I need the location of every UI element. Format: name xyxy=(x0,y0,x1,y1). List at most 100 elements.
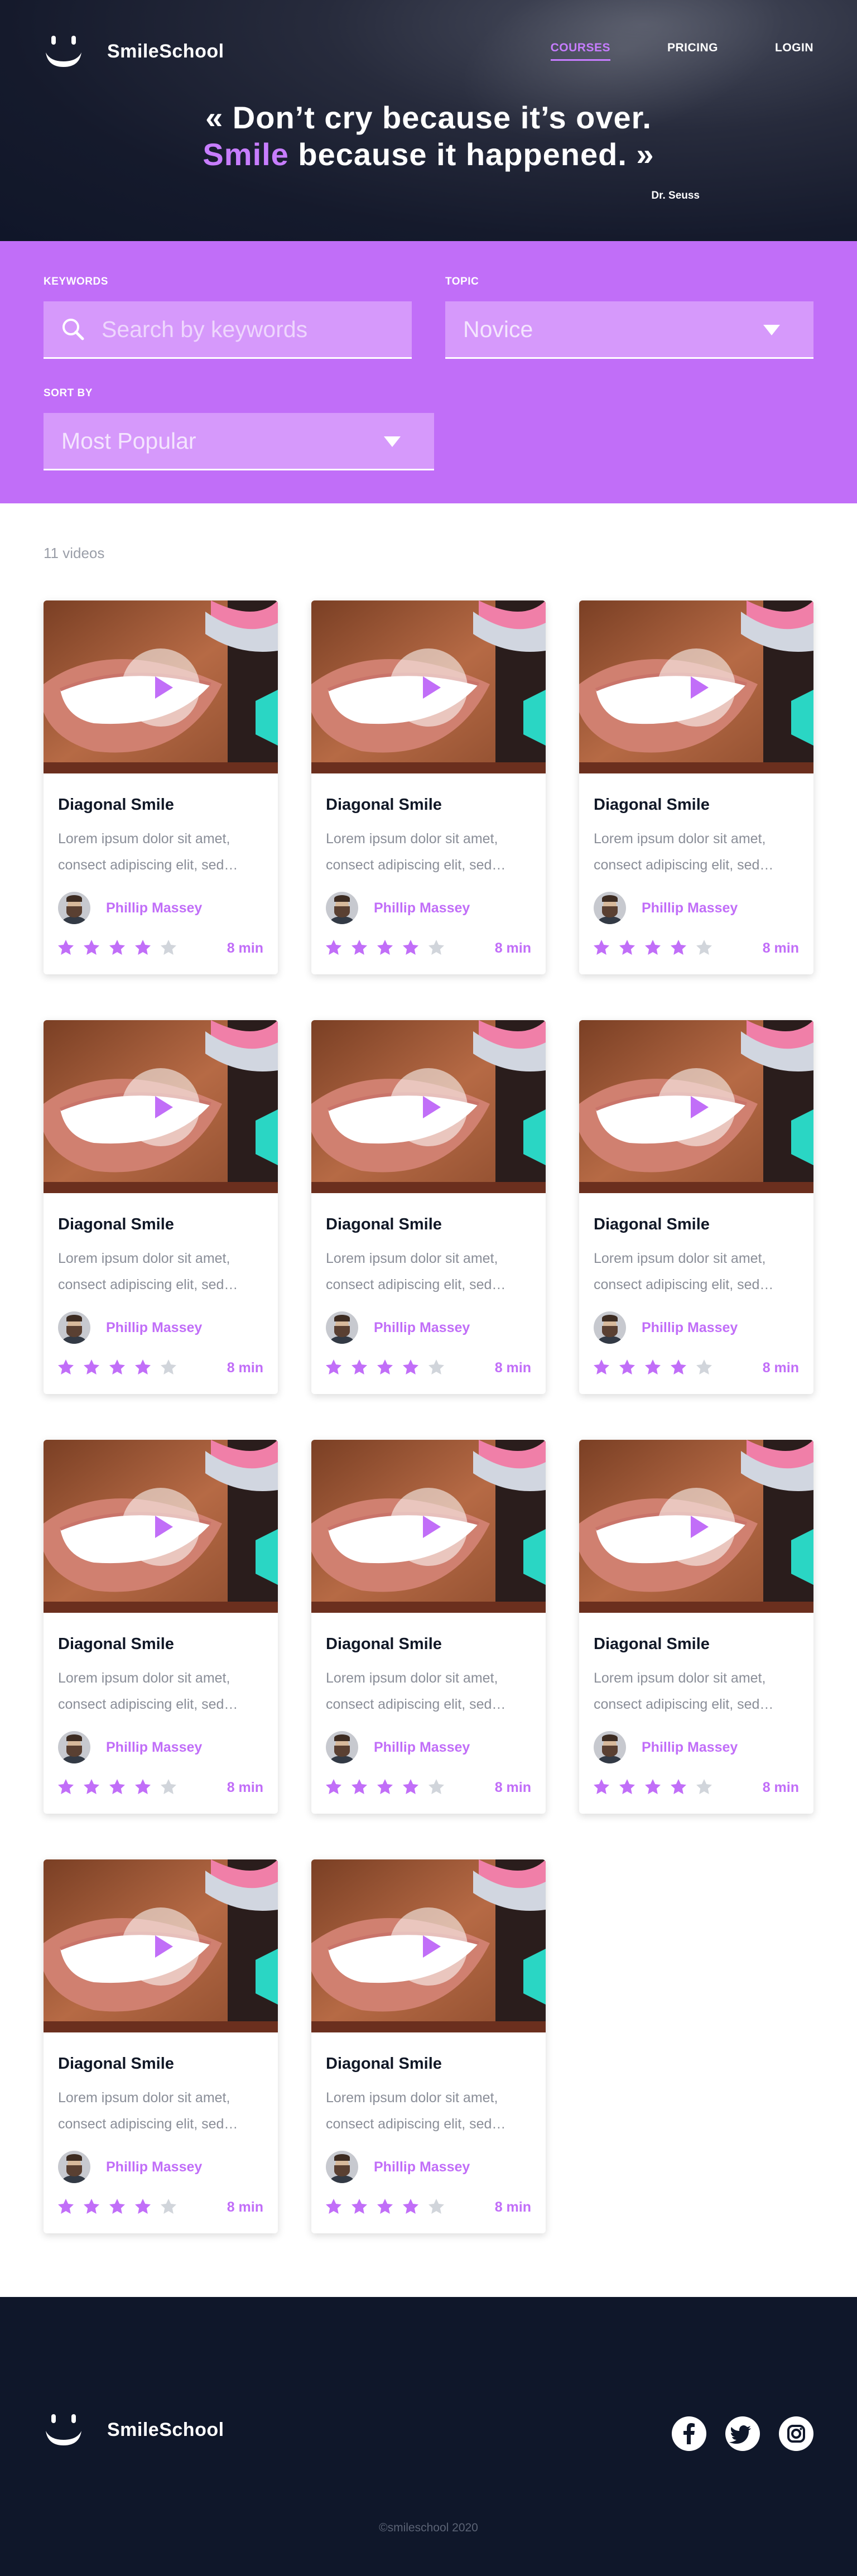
video-author[interactable]: Phillip Massey xyxy=(58,2151,202,2183)
video-author[interactable]: Phillip Massey xyxy=(594,1731,738,1763)
search-icon xyxy=(61,318,85,341)
rating-stars xyxy=(57,939,185,957)
play-icon[interactable] xyxy=(389,1488,468,1566)
sort-select[interactable]: Most Popular xyxy=(44,413,434,470)
video-author[interactable]: Phillip Massey xyxy=(58,1731,202,1763)
video-title[interactable]: Diagonal Smile xyxy=(58,1215,174,1234)
video-card[interactable]: Diagonal Smile Lorem ipsum dolor sit ame… xyxy=(44,1020,278,1394)
video-thumbnail[interactable] xyxy=(44,1020,278,1193)
star-empty-icon xyxy=(696,1779,712,1794)
video-thumbnail[interactable] xyxy=(311,1440,546,1613)
video-author[interactable]: Phillip Massey xyxy=(326,1311,470,1344)
star-filled-icon xyxy=(58,2199,74,2214)
video-thumbnail[interactable] xyxy=(579,600,813,773)
video-card[interactable]: Diagonal Smile Lorem ipsum dolor sit ame… xyxy=(311,600,546,974)
video-title[interactable]: Diagonal Smile xyxy=(58,2055,174,2073)
author-name: Phillip Massey xyxy=(374,1319,470,1335)
twitter-link[interactable] xyxy=(725,2416,760,2451)
avatar xyxy=(58,2151,90,2183)
star-filled-icon xyxy=(326,1779,341,1794)
video-title[interactable]: Diagonal Smile xyxy=(594,1215,710,1234)
nav-login[interactable]: LOGIN xyxy=(775,41,813,61)
video-thumbnail[interactable] xyxy=(44,1440,278,1613)
social-links xyxy=(653,2416,813,2451)
video-title[interactable]: Diagonal Smile xyxy=(58,1635,174,1654)
play-icon[interactable] xyxy=(389,1068,468,1146)
star-filled-icon xyxy=(109,1779,125,1794)
play-icon[interactable] xyxy=(389,1907,468,1986)
play-icon[interactable] xyxy=(657,1068,735,1146)
nav-pricing[interactable]: PRICING xyxy=(667,41,718,61)
video-author[interactable]: Phillip Massey xyxy=(326,892,470,924)
video-card[interactable]: Diagonal Smile Lorem ipsum dolor sit ame… xyxy=(44,1859,278,2233)
star-empty-icon xyxy=(428,1779,444,1794)
video-title[interactable]: Diagonal Smile xyxy=(58,796,174,814)
play-icon[interactable] xyxy=(389,648,468,727)
video-card[interactable]: Diagonal Smile Lorem ipsum dolor sit ame… xyxy=(44,1440,278,1814)
video-duration: 8 min xyxy=(494,940,531,956)
star-empty-icon xyxy=(428,2199,444,2214)
video-card[interactable]: Diagonal Smile Lorem ipsum dolor sit ame… xyxy=(311,1859,546,2233)
video-author[interactable]: Phillip Massey xyxy=(594,1311,738,1344)
video-thumbnail[interactable] xyxy=(44,600,278,773)
video-thumbnail[interactable] xyxy=(579,1440,813,1613)
play-icon[interactable] xyxy=(122,1068,200,1146)
video-title[interactable]: Diagonal Smile xyxy=(326,2055,442,2073)
video-author[interactable]: Phillip Massey xyxy=(58,1311,202,1344)
video-thumbnail[interactable] xyxy=(311,1020,546,1193)
video-author[interactable]: Phillip Massey xyxy=(594,892,738,924)
search-placeholder: Search by keywords xyxy=(102,316,308,342)
video-thumbnail[interactable] xyxy=(44,1859,278,2032)
video-title[interactable]: Diagonal Smile xyxy=(326,796,442,814)
video-author[interactable]: Phillip Massey xyxy=(58,892,202,924)
rating-stars xyxy=(57,1358,185,1376)
star-filled-icon xyxy=(671,940,686,955)
video-card[interactable]: Diagonal Smile Lorem ipsum dolor sit ame… xyxy=(311,1020,546,1394)
video-title[interactable]: Diagonal Smile xyxy=(594,1635,710,1654)
star-filled-icon xyxy=(326,2199,341,2214)
facebook-link[interactable] xyxy=(672,2416,706,2451)
sort-label: SORT BY xyxy=(44,387,93,399)
video-author[interactable]: Phillip Massey xyxy=(326,1731,470,1763)
main-nav: COURSES PRICING LOGIN xyxy=(494,41,813,61)
video-title[interactable]: Diagonal Smile xyxy=(326,1215,442,1234)
avatar xyxy=(58,892,90,924)
play-icon[interactable] xyxy=(657,1488,735,1566)
play-icon[interactable] xyxy=(657,648,735,727)
play-icon[interactable] xyxy=(122,648,200,727)
star-filled-icon xyxy=(403,1359,418,1374)
video-card[interactable]: Diagonal Smile Lorem ipsum dolor sit ame… xyxy=(311,1440,546,1814)
star-filled-icon xyxy=(58,1779,74,1794)
star-empty-icon xyxy=(428,1359,444,1374)
search-input[interactable]: Search by keywords xyxy=(44,301,412,359)
topic-select[interactable]: Novice xyxy=(445,301,813,359)
header-logo[interactable]: SmileSchool xyxy=(44,33,224,69)
video-card[interactable]: Diagonal Smile Lorem ipsum dolor sit ame… xyxy=(579,1020,813,1394)
play-icon[interactable] xyxy=(122,1907,200,1986)
star-filled-icon xyxy=(671,1359,686,1374)
instagram-link[interactable] xyxy=(779,2416,813,2451)
video-description: Lorem ipsum dolor sit amet, consect adip… xyxy=(594,831,774,873)
star-filled-icon xyxy=(352,1779,367,1794)
nav-courses[interactable]: COURSES xyxy=(550,41,610,61)
footer-logo[interactable]: SmileSchool xyxy=(44,2412,224,2448)
video-thumbnail[interactable] xyxy=(311,600,546,773)
video-title[interactable]: Diagonal Smile xyxy=(326,1635,442,1654)
video-card[interactable]: Diagonal Smile Lorem ipsum dolor sit ame… xyxy=(579,600,813,974)
play-icon[interactable] xyxy=(122,1488,200,1566)
video-card[interactable]: Diagonal Smile Lorem ipsum dolor sit ame… xyxy=(44,600,278,974)
avatar xyxy=(326,892,358,924)
video-description: Lorem ipsum dolor sit amet, consect adip… xyxy=(326,1670,506,1712)
star-filled-icon xyxy=(326,940,341,955)
video-duration: 8 min xyxy=(762,1780,799,1795)
video-title[interactable]: Diagonal Smile xyxy=(594,796,710,814)
video-description: Lorem ipsum dolor sit amet, consect adip… xyxy=(58,831,238,873)
star-filled-icon xyxy=(377,940,393,955)
avatar xyxy=(326,1311,358,1344)
video-thumbnail[interactable] xyxy=(579,1020,813,1193)
video-card[interactable]: Diagonal Smile Lorem ipsum dolor sit ame… xyxy=(579,1440,813,1814)
video-description: Lorem ipsum dolor sit amet, consect adip… xyxy=(594,1251,774,1292)
rating-stars xyxy=(593,939,721,957)
video-author[interactable]: Phillip Massey xyxy=(326,2151,470,2183)
video-thumbnail[interactable] xyxy=(311,1859,546,2032)
